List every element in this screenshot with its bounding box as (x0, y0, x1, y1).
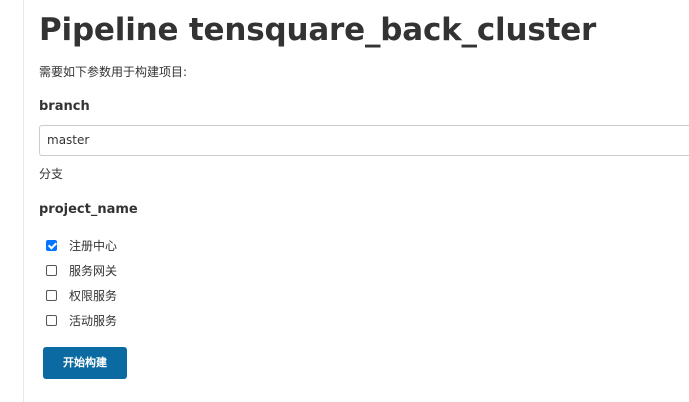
project-option-checkbox[interactable] (46, 265, 57, 276)
branch-param-label: branch (39, 99, 90, 114)
branch-input[interactable]: master (39, 125, 689, 156)
project-option-checkbox[interactable] (46, 290, 57, 301)
project-option[interactable]: 服务网关 (46, 258, 117, 283)
project-option-label: 权限服务 (69, 288, 118, 303)
project-option-label: 活动服务 (69, 313, 118, 328)
project-option[interactable]: 活动服务 (46, 308, 117, 333)
branch-description: 分支 (39, 167, 64, 181)
page-title: Pipeline tensquare_back_cluster (39, 12, 597, 48)
project-name-param-label: project_name (39, 202, 138, 217)
project-option-label: 服务网关 (69, 263, 118, 278)
project-option[interactable]: 注册中心 (46, 233, 117, 258)
project-option-label: 注册中心 (69, 238, 118, 253)
project-option[interactable]: 权限服务 (46, 283, 117, 308)
project-option-checkbox[interactable] (46, 240, 57, 251)
project-option-checkbox[interactable] (46, 315, 57, 326)
build-button[interactable]: 开始构建 (43, 347, 127, 379)
form-instruction: 需要如下参数用于构建项目: (39, 65, 188, 79)
sidebar-divider (23, 0, 24, 402)
project-name-options: 注册中心 服务网关 权限服务 活动服务 (46, 233, 117, 333)
